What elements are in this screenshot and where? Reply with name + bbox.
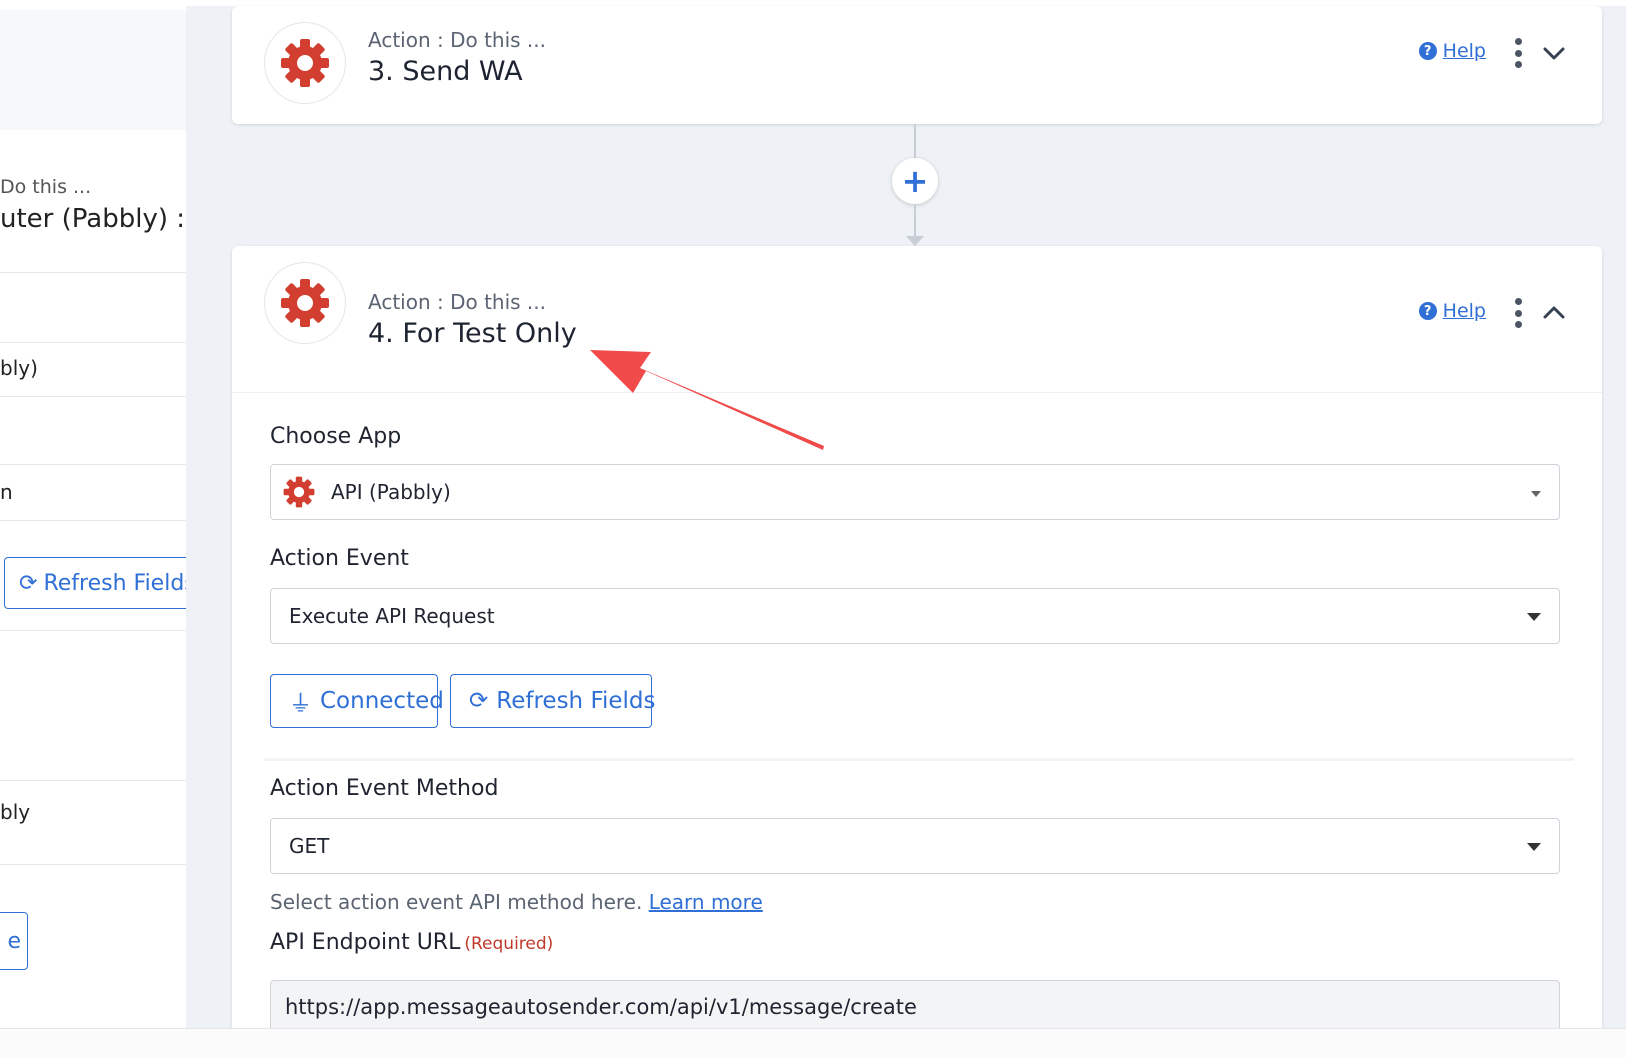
choose-app-label: Choose App bbox=[270, 424, 402, 449]
refresh-icon: ⟳ bbox=[19, 570, 38, 596]
choose-app-select[interactable]: API (Pabbly) bbox=[270, 464, 1560, 520]
divider bbox=[0, 272, 186, 273]
step-subtitle: Action : Do this ... bbox=[368, 28, 547, 52]
add-step-button[interactable]: + bbox=[892, 158, 938, 204]
action-event-value: Execute API Request bbox=[289, 604, 495, 628]
left-step-subtitle: Do this ... bbox=[0, 176, 92, 198]
left-panel-gap bbox=[0, 10, 186, 130]
left-action-button-label: e bbox=[7, 928, 21, 954]
divider bbox=[0, 342, 186, 343]
refresh-fields-button[interactable]: ⟳ Refresh Fields bbox=[450, 674, 656, 728]
divider bbox=[0, 864, 186, 865]
refresh-icon: ⟳ bbox=[469, 688, 489, 714]
left-action-button[interactable]: e bbox=[0, 912, 28, 970]
question-icon: ? bbox=[1418, 42, 1437, 60]
section-divider bbox=[264, 758, 1574, 761]
workflow-canvas: Action : Do this ... 3. Send WA ? Help + bbox=[186, 0, 1626, 1058]
method-hint: Select action event API method here. Lea… bbox=[270, 890, 763, 914]
more-options-icon[interactable] bbox=[1514, 298, 1522, 328]
learn-more-link[interactable]: Learn more bbox=[649, 890, 763, 914]
step-subtitle: Action : Do this ... bbox=[368, 290, 547, 314]
left-refresh-fields-button[interactable]: ⟳ Refresh Fields bbox=[4, 557, 186, 609]
card-header-divider bbox=[232, 392, 1602, 393]
divider bbox=[0, 396, 186, 397]
step-card-3[interactable]: Action : Do this ... 3. Send WA ? Help bbox=[232, 6, 1602, 124]
help-link-wrap[interactable]: ? Help bbox=[1418, 40, 1486, 62]
divider bbox=[0, 464, 186, 465]
left-step-title: uter (Pabbly) : C bbox=[0, 204, 186, 234]
connector-line bbox=[914, 204, 916, 236]
plus-icon: + bbox=[901, 162, 929, 200]
left-select-value[interactable]: n bbox=[0, 480, 13, 504]
caret-down-icon bbox=[1527, 843, 1541, 851]
caret-down-icon bbox=[1531, 491, 1541, 497]
choose-app-value: API (Pabbly) bbox=[331, 480, 451, 504]
divider bbox=[0, 630, 186, 631]
chevron-down-icon[interactable] bbox=[1540, 40, 1568, 68]
divider bbox=[0, 780, 186, 781]
action-event-label: Action Event bbox=[270, 546, 409, 571]
api-endpoint-label: API Endpoint URL (Required) bbox=[270, 930, 553, 955]
api-endpoint-label-text: API Endpoint URL bbox=[270, 930, 461, 955]
left-select-value[interactable]: bly bbox=[0, 800, 30, 824]
step-title: 3. Send WA bbox=[368, 56, 523, 87]
left-panel: Do this ... uter (Pabbly) : C bly) n ⟳ R… bbox=[0, 0, 186, 1058]
refresh-fields-label: Refresh Fields bbox=[43, 570, 186, 596]
connector-line bbox=[914, 124, 916, 158]
method-hint-text: Select action event API method here. bbox=[270, 890, 643, 914]
divider bbox=[0, 520, 186, 521]
action-event-method-value: GET bbox=[289, 834, 330, 858]
action-event-method-label: Action Event Method bbox=[270, 776, 499, 801]
more-options-icon[interactable] bbox=[1514, 38, 1522, 68]
help-link-wrap[interactable]: ? Help bbox=[1418, 300, 1486, 322]
bottom-bar bbox=[0, 1028, 1626, 1059]
gear-icon bbox=[264, 22, 346, 104]
help-link[interactable]: Help bbox=[1443, 40, 1486, 62]
gear-icon bbox=[264, 262, 346, 344]
connector-arrow-icon bbox=[906, 236, 924, 246]
plug-icon: ⏚ bbox=[289, 691, 312, 717]
chevron-up-icon[interactable] bbox=[1540, 298, 1568, 326]
action-event-method-select[interactable]: GET bbox=[270, 818, 1560, 874]
connected-button[interactable]: ⏚ Connected bbox=[270, 674, 444, 728]
required-badge: (Required) bbox=[464, 934, 554, 954]
left-select-value[interactable]: bly) bbox=[0, 356, 38, 380]
help-link[interactable]: Help bbox=[1443, 300, 1486, 322]
question-icon: ? bbox=[1418, 302, 1437, 320]
gear-icon bbox=[279, 472, 319, 512]
refresh-fields-label: Refresh Fields bbox=[496, 688, 656, 714]
caret-down-icon bbox=[1527, 613, 1541, 621]
step-card-4: Action : Do this ... 4. For Test Only ? … bbox=[232, 246, 1602, 1058]
step-title: 4. For Test Only bbox=[368, 318, 577, 349]
connected-label: Connected bbox=[320, 688, 444, 714]
action-event-select[interactable]: Execute API Request bbox=[270, 588, 1560, 644]
